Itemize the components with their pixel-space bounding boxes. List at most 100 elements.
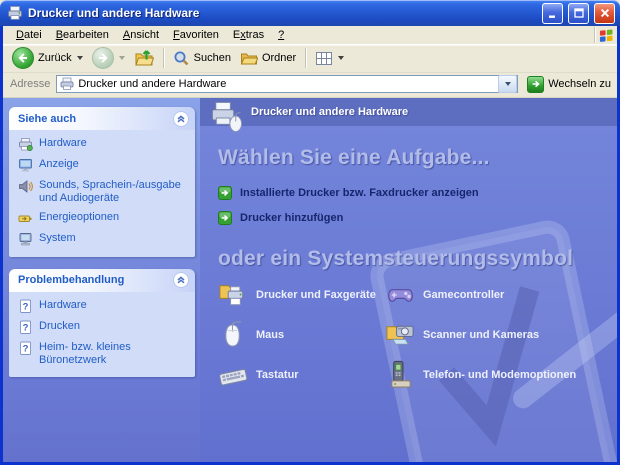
sidebar-item-label: Hardware <box>39 137 87 149</box>
category-body: Wählen Sie eine Aufgabe... Installierte … <box>200 126 617 462</box>
system-icon <box>18 232 33 247</box>
menu-extras[interactable]: Extras <box>226 28 271 42</box>
menu-bearbeiten[interactable]: Bearbeiten <box>49 28 116 42</box>
back-dropdown-caret[interactable] <box>76 56 83 60</box>
cpl-item-label: Telefon- und Modemoptionen <box>423 368 577 381</box>
menu-hilfe[interactable]: ? <box>271 28 291 42</box>
mouse-icon <box>218 319 249 350</box>
task-heading: Wählen Sie eine Aufgabe... <box>218 146 490 169</box>
sidebar-item-label: Anzeige <box>39 158 79 170</box>
back-icon <box>12 47 34 69</box>
cpl-item-gamecontroller[interactable]: Gamecontroller <box>385 279 617 310</box>
standard-toolbar: Zurück Suchen Ordner <box>3 45 617 73</box>
minimize-button[interactable] <box>542 2 563 24</box>
see-also-header[interactable]: Siehe auch <box>9 107 195 130</box>
task-add-printer[interactable]: Drucker hinzufügen <box>218 211 617 225</box>
cpl-item-label: Scanner und Kameras <box>423 328 540 341</box>
help-icon: ? <box>18 341 33 356</box>
address-dropdown-button[interactable] <box>498 75 518 93</box>
cpl-item-label: Drucker und Faxgeräte <box>256 288 376 301</box>
control-panel-grid: Drucker und Faxgeräte Gamecontroller Mau… <box>218 279 617 390</box>
back-label: Zurück <box>38 52 72 64</box>
svg-text:?: ? <box>23 343 29 354</box>
category-title: Drucker und andere Hardware <box>251 106 409 118</box>
cpl-item-label: Gamecontroller <box>423 288 505 301</box>
sidebar-item-sounds[interactable]: Sounds, Sprachein-/ausgabe und Audiogerä… <box>18 179 189 205</box>
task-list: Installierte Drucker bzw. Faxdrucker anz… <box>218 186 617 225</box>
power-icon <box>18 211 33 226</box>
menu-bar: Datei Bearbeiten Ansicht Favoriten Extra… <box>3 26 617 45</box>
views-dropdown-caret[interactable] <box>338 56 345 60</box>
folders-button[interactable]: Ordner <box>237 49 299 67</box>
menu-separator <box>594 27 595 43</box>
troubleshoot-header[interactable]: Problembehandlung <box>9 268 195 292</box>
see-also-title: Siehe auch <box>18 112 77 125</box>
task-show-printers[interactable]: Installierte Drucker bzw. Faxdrucker anz… <box>218 186 617 200</box>
printers-faxes-icon <box>218 279 249 310</box>
content-area: Siehe auch Hardware Anzeige Sounds, Spra… <box>3 98 617 462</box>
address-dropdown-caret <box>505 82 512 86</box>
address-value[interactable]: Drucker und andere Hardware <box>78 78 494 90</box>
address-bar: Adresse Drucker und andere Hardware Wech… <box>3 73 617 98</box>
views-button[interactable] <box>312 50 347 67</box>
green-arrow-icon <box>218 186 232 200</box>
sidebar-item-hardware[interactable]: Hardware <box>18 137 189 152</box>
toolbar-separator <box>162 48 164 68</box>
svg-text:?: ? <box>23 322 29 333</box>
task-label: Drucker hinzufügen <box>240 212 344 224</box>
search-label: Suchen <box>193 52 231 64</box>
help-icon: ? <box>18 320 33 335</box>
collapse-chevron-icon[interactable] <box>173 272 189 289</box>
troubleshoot-item-label: Drucken <box>39 319 80 332</box>
search-button[interactable]: Suchen <box>170 49 234 68</box>
folder-up-icon <box>134 48 154 68</box>
toolbar-separator <box>305 48 307 68</box>
troubleshoot-item-hardware[interactable]: ? Hardware <box>18 299 189 314</box>
window-title: Drucker und andere Hardware <box>28 6 200 20</box>
sidebar-item-anzeige[interactable]: Anzeige <box>18 158 189 173</box>
maximize-button[interactable] <box>568 2 589 24</box>
cpl-item-telefon-und-modemoptionen[interactable]: Telefon- und Modemoptionen <box>385 359 617 390</box>
category-header: Drucker und andere Hardware <box>200 98 617 126</box>
troubleshoot-panel: Problembehandlung ? Hardware ? Drucken ?… <box>9 268 195 377</box>
window-frame: Datei Bearbeiten Ansicht Favoriten Extra… <box>0 26 620 465</box>
menu-favoriten[interactable]: Favoriten <box>166 28 226 42</box>
task-label: Installierte Drucker bzw. Faxdrucker anz… <box>240 187 479 199</box>
cpl-item-drucker-und-faxgeraete[interactable]: Drucker und Faxgeräte <box>218 279 385 310</box>
phone-modem-icon <box>385 359 416 390</box>
close-button[interactable] <box>594 2 615 24</box>
troubleshoot-item-label: Heim- bzw. kleines Büronetzwerk <box>39 340 131 366</box>
folders-label: Ordner <box>261 52 297 64</box>
cpl-item-tastatur[interactable]: Tastatur <box>218 359 385 390</box>
sidebar-item-label: Sounds, Sprachein-/ausgabe und Audiogerä… <box>39 179 181 204</box>
address-label: Adresse <box>10 78 51 90</box>
folders-icon <box>240 50 258 66</box>
up-button[interactable] <box>131 47 157 69</box>
collapse-chevron-icon[interactable] <box>173 110 189 127</box>
go-button[interactable]: Wechseln zu <box>524 75 614 93</box>
search-icon <box>173 50 190 67</box>
help-icon: ? <box>18 299 33 314</box>
back-button[interactable]: Zurück <box>9 46 86 70</box>
troubleshoot-item-drucken[interactable]: ? Drucken <box>18 320 189 335</box>
address-combo[interactable]: Drucker und andere Hardware <box>56 75 519 93</box>
sidebar-item-system[interactable]: System <box>18 232 189 247</box>
title-bar[interactable]: Drucker und andere Hardware <box>0 0 620 26</box>
sidebar-item-label: Energieoptionen <box>39 210 120 223</box>
troubleshoot-item-netzwerk[interactable]: ? Heim- bzw. kleines Büronetzwerk <box>18 341 189 367</box>
printer-hardware-icon <box>209 100 244 135</box>
cpl-item-scanner-und-kameras[interactable]: Scanner und Kameras <box>385 319 617 350</box>
forward-dropdown-caret <box>118 56 125 60</box>
forward-button[interactable] <box>89 46 128 70</box>
sidebar: Siehe auch Hardware Anzeige Sounds, Spra… <box>3 98 200 462</box>
game-controller-icon <box>385 279 416 310</box>
windows-logo-icon <box>599 28 614 43</box>
printer-address-icon <box>60 77 74 91</box>
window-drucker-und-andere-hardware: Drucker und andere Hardware Datei Bearbe… <box>0 0 620 465</box>
cpl-item-maus[interactable]: Maus <box>218 319 385 350</box>
sidebar-item-energieoptionen[interactable]: Energieoptionen <box>18 211 189 226</box>
go-label: Wechseln zu <box>548 78 611 90</box>
menu-datei[interactable]: Datei <box>9 28 49 42</box>
cpl-item-label: Tastatur <box>256 368 299 381</box>
menu-ansicht[interactable]: Ansicht <box>116 28 166 42</box>
